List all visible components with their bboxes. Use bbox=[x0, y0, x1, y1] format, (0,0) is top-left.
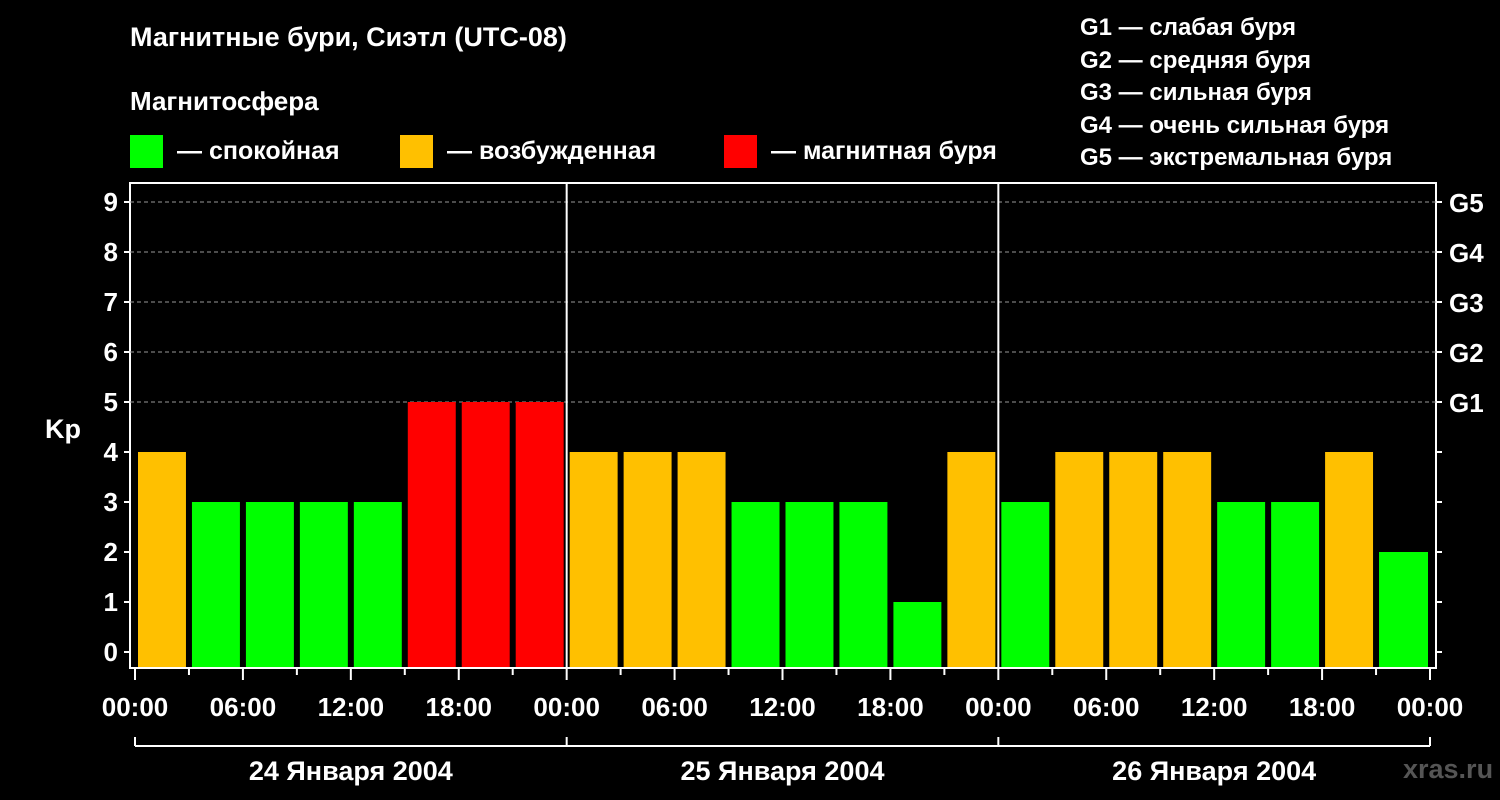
kp-bar bbox=[407, 402, 456, 667]
kp-chart: 0 1 2 3 4 5 6 7 8 9 G1 G2 G3 G4 G5 Kp 00:00 06:00 12:00 18:… bbox=[45, 182, 1484, 786]
kp-bar bbox=[1001, 502, 1050, 667]
x-tick-label: 06:00 bbox=[1073, 692, 1140, 722]
watermark: xras.ru bbox=[1403, 754, 1494, 784]
y-tick-label: 1 bbox=[104, 587, 118, 617]
day-label: 26 Января 2004 bbox=[1112, 756, 1316, 786]
kp-bar bbox=[353, 502, 402, 667]
y-tick-label: 0 bbox=[104, 637, 118, 667]
y-tick-label: 7 bbox=[104, 287, 118, 317]
y-tick-label: 8 bbox=[104, 237, 118, 267]
y-tick-label: 9 bbox=[104, 187, 118, 217]
kp-bar bbox=[839, 502, 888, 667]
y-tick-label: 2 bbox=[104, 537, 118, 567]
kp-bar bbox=[947, 452, 996, 667]
kp-bar bbox=[731, 502, 780, 667]
x-tick-label: 00:00 bbox=[1397, 692, 1464, 722]
kp-bar bbox=[569, 452, 618, 667]
y-axis-label: Kp bbox=[45, 414, 81, 444]
y-tick-label: 3 bbox=[104, 487, 118, 517]
day-label: 24 Января 2004 bbox=[249, 756, 453, 786]
kp-bar bbox=[1271, 502, 1320, 667]
x-tick-label: 06:00 bbox=[210, 692, 277, 722]
y-tick-label: 5 bbox=[104, 387, 118, 417]
x-tick-label: 00:00 bbox=[102, 692, 169, 722]
g-level-label: G1 bbox=[1449, 388, 1484, 418]
kp-bar bbox=[785, 502, 834, 667]
kp-bar bbox=[191, 502, 240, 667]
x-tick-label: 18:00 bbox=[1289, 692, 1356, 722]
x-tick-label: 12:00 bbox=[749, 692, 816, 722]
day-label: 25 Января 2004 bbox=[681, 756, 885, 786]
x-tick-label: 12:00 bbox=[318, 692, 385, 722]
kp-bar bbox=[1163, 452, 1212, 667]
g-level-label: G2 bbox=[1449, 338, 1484, 368]
g-level-label: G4 bbox=[1449, 238, 1484, 268]
kp-bar bbox=[138, 452, 186, 667]
y-tick-label: 6 bbox=[104, 337, 118, 367]
y-tick-label: 4 bbox=[104, 437, 119, 467]
kp-bar bbox=[1055, 452, 1104, 667]
kp-bar bbox=[245, 502, 294, 667]
kp-bar bbox=[893, 602, 942, 667]
kp-bar bbox=[1109, 452, 1158, 667]
x-tick-label: 18:00 bbox=[426, 692, 493, 722]
kp-bar bbox=[299, 502, 348, 667]
g-level-label: G5 bbox=[1449, 188, 1484, 218]
kp-bar bbox=[461, 402, 510, 667]
x-tick-label: 18:00 bbox=[857, 692, 924, 722]
x-tick-label: 06:00 bbox=[641, 692, 708, 722]
kp-bar bbox=[623, 452, 672, 667]
x-tick-label: 00:00 bbox=[965, 692, 1032, 722]
kp-bar bbox=[1217, 502, 1266, 667]
g-level-label: G3 bbox=[1449, 288, 1484, 318]
x-tick-label: 12:00 bbox=[1181, 692, 1248, 722]
kp-bar bbox=[515, 402, 564, 667]
x-tick-label: 00:00 bbox=[533, 692, 600, 722]
kp-bar bbox=[1325, 452, 1374, 667]
kp-bar bbox=[677, 452, 726, 667]
kp-bar bbox=[1379, 552, 1428, 667]
